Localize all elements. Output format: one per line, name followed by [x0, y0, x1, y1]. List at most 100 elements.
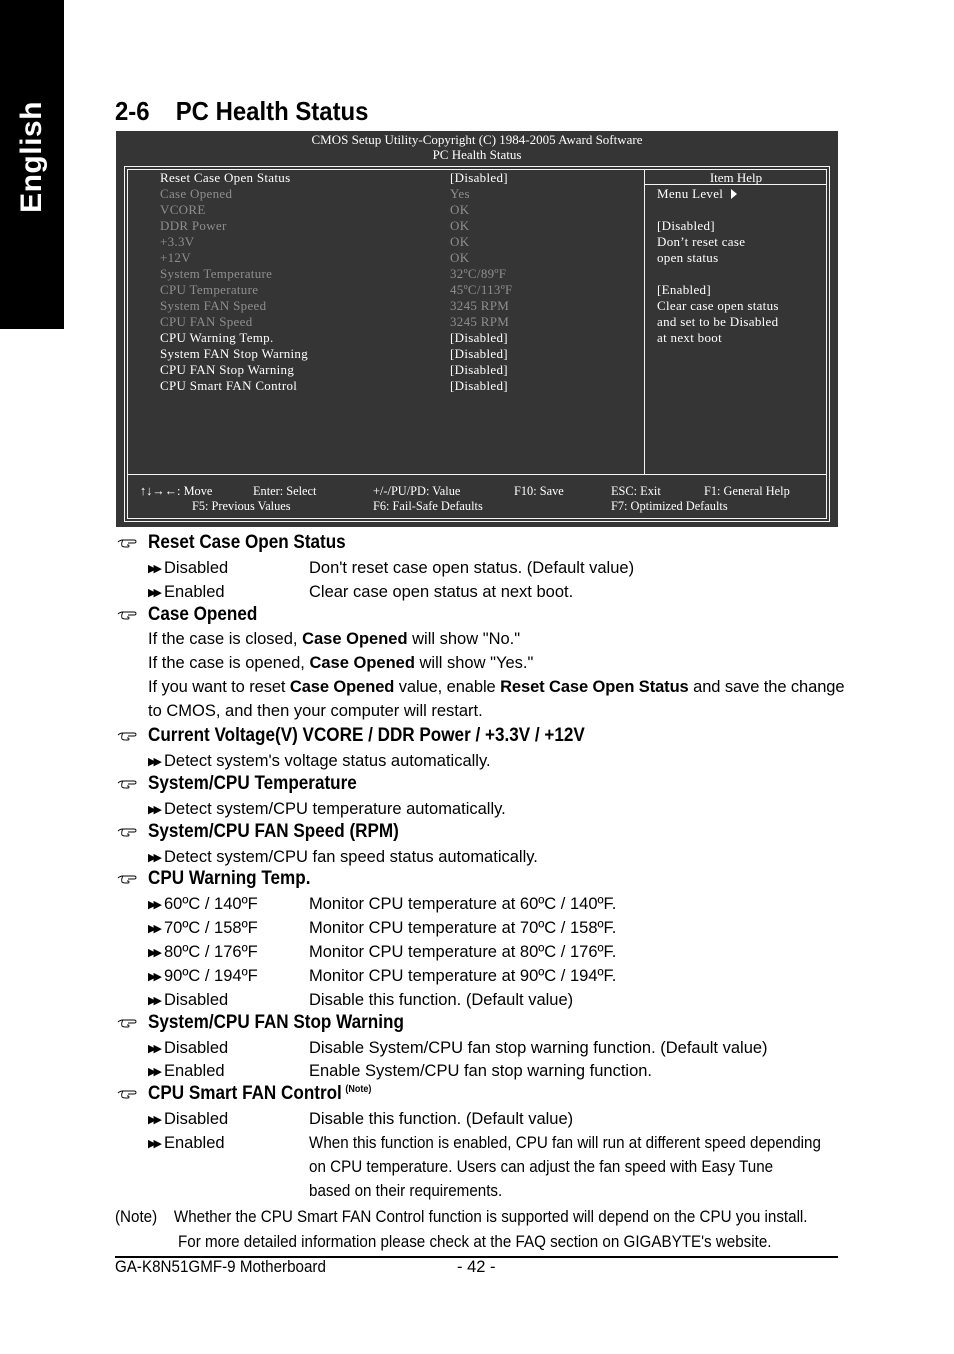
double-arrow-icon: ▶▶ [148, 995, 162, 1007]
option-desc: Don't reset case open status. (Default v… [309, 559, 635, 577]
help-line: and set to be Disabled [657, 314, 779, 329]
option-name: Disabled [164, 559, 229, 577]
section-cpu-smart-fan-control: CPU Smart FAN Control (Note) [117, 1083, 396, 1105]
section-fan-speed: System/CPU FAN Speed (RPM) [117, 821, 427, 843]
detail-row: ▶▶ Detect system/CPU temperature automati… [148, 798, 506, 820]
key-value: +/-/PU/PD: Value [373, 483, 461, 498]
section-current-voltage: Current Voltage(V) VCORE / DDR Power / +… [117, 725, 633, 747]
bios-item-ddr-power: DDR Power OK [160, 218, 470, 233]
bios-item-cpu-fan-stop-warning[interactable]: CPU FAN Stop Warning [Disabled] [160, 362, 640, 378]
option-name: Disabled [164, 991, 229, 1009]
option-desc: Monitor CPU temperature at 60ºC / 140ºF. [309, 895, 617, 913]
option-desc: When this function is enabled, CPU fan w… [309, 1134, 821, 1152]
note: (Note) Whether the CPU Smart FAN Control … [115, 1206, 808, 1228]
bios-item-value: OK [450, 218, 470, 233]
bios-item-value[interactable]: [Disabled] [450, 378, 508, 394]
pointing-hand-icon [117, 875, 137, 884]
option-row: ▶▶ 80ºC / 176ºF Monitor CPU temperature at… [148, 941, 616, 963]
pointing-hand-icon [117, 611, 137, 620]
option-name: Enabled [164, 1062, 225, 1080]
bios-item-system-fan-stop-warning[interactable]: System FAN Stop Warning [Disabled] [160, 346, 640, 362]
double-arrow-icon: ▶▶ [148, 1138, 162, 1150]
triangle-right-icon [731, 189, 738, 199]
bios-screen-title: PC Health Status [432, 147, 522, 162]
bios-item-cpu-smart-fan-control[interactable]: CPU Smart FAN Control [Disabled] [160, 378, 640, 394]
bios-item-value[interactable]: [Disabled] [450, 170, 508, 186]
item-help-panel: Menu Level​[Disabled]Don’t reset caseope… [657, 186, 779, 346]
paragraph-line: to CMOS, and then your computer will res… [148, 702, 483, 720]
option-name: 70ºC / 158ºF [164, 919, 258, 937]
option-desc: Disable System/CPU fan stop warning func… [309, 1039, 768, 1057]
section-number: 2-6 [115, 96, 150, 126]
bios-item-cpu-warning-temp[interactable]: CPU Warning Temp. [Disabled] [160, 330, 640, 346]
section-cpu-warning-temp: CPU Warning Temp. [117, 868, 329, 890]
bios-item-value: Yes [450, 186, 470, 201]
option-desc: Monitor CPU temperature at 70ºC / 158ºF. [309, 919, 617, 937]
pointing-hand-icon [117, 539, 137, 548]
bios-item-value: 3245 RPM [450, 298, 510, 313]
double-arrow-icon: ▶▶ [148, 947, 162, 959]
section-heading: Current Voltage(V) VCORE / DDR Power / +… [148, 725, 585, 746]
detail-text: Detect system/CPU temperature automatica… [164, 800, 506, 818]
help-line: [Enabled] [657, 282, 711, 297]
pointing-hand-icon [117, 1019, 137, 1028]
paragraph-line: If the case is closed, Case Opened will … [148, 630, 521, 648]
section-heading: Reset Case Open Status [148, 532, 346, 553]
detail-text: Detect system/CPU fan speed status autom… [164, 848, 538, 866]
option-name: Disabled [164, 1039, 229, 1057]
option-desc-continued: based on their requirements. [309, 1182, 503, 1200]
section-heading: CPU Warning Temp. [148, 868, 311, 889]
double-arrow-icon: ▶▶ [148, 1043, 162, 1055]
bios-item-cpu-temperature: CPU Temperature 45ºC/113ºF [160, 282, 513, 297]
page-number: - 42 - [457, 1258, 496, 1276]
section-reset-case-open-status: Reset Case Open Status [117, 532, 368, 554]
option-desc: Monitor CPU temperature at 80ºC / 176ºF. [309, 943, 617, 961]
double-arrow-icon: ▶▶ [148, 1114, 162, 1126]
key-general-help: F1: General Help [704, 483, 790, 498]
option-row: ▶▶ 70ºC / 158ºF Monitor CPU temperature at… [148, 917, 616, 939]
section-heading: System/CPU FAN Speed (RPM) [148, 821, 399, 842]
option-desc: Disable this function. (Default value) [309, 991, 574, 1009]
help-line: Clear case open status [657, 298, 779, 313]
key-exit: ESC: Exit [611, 483, 661, 498]
section-heading: Case Opened [148, 604, 258, 625]
double-arrow-icon: ▶▶ [148, 971, 162, 983]
bios-item-value: 45ºC/113ºF [450, 282, 513, 297]
pointing-hand-icon [117, 732, 137, 741]
section-fan-stop-warning: System/CPU FAN Stop Warning [117, 1012, 432, 1034]
page-title: 2-6 PC Health Status [115, 96, 368, 127]
paragraph-line: If the case is opened, Case Opened will … [148, 654, 534, 672]
option-row: ▶▶ Disabled Disable this function. (Defaul… [148, 1108, 573, 1130]
footer-model: GA-K8N51GMF-9 Motherboard [115, 1258, 326, 1276]
pointing-hand-icon [117, 828, 137, 837]
option-name: 80ºC / 176ºF [164, 943, 258, 961]
bios-item-system-fan-speed: System FAN Speed 3245 RPM [160, 298, 510, 313]
section-heading: System/CPU Temperature [148, 773, 357, 794]
bios-item-vcore: VCORE OK [160, 202, 470, 217]
bios-item-12v: +12V OK [160, 250, 470, 265]
help-line: [Disabled] [657, 218, 715, 233]
pointing-hand-icon [117, 780, 137, 789]
double-arrow-icon: ▶▶ [148, 587, 162, 599]
bios-item-value: OK [450, 250, 470, 265]
note-marker: (Note) [345, 1083, 372, 1095]
menu-level-label: Menu Level [657, 186, 724, 201]
help-line: at next boot [657, 330, 722, 345]
pointing-hand-icon [117, 1090, 137, 1099]
bios-item-value[interactable]: [Disabled] [450, 330, 508, 346]
option-row: ▶▶ 60ºC / 140ºF Monitor CPU temperature at… [148, 893, 616, 915]
detail-row: ▶▶ Detect system's voltage status automat… [148, 750, 491, 772]
double-arrow-icon: ▶▶ [148, 923, 162, 935]
key-optimized-defaults: F7: Optimized Defaults [611, 498, 728, 513]
item-help-title: Item Help [709, 170, 763, 185]
option-name: Disabled [164, 1110, 229, 1128]
bios-item-reset-case-open-status[interactable]: Reset Case Open Status [Disabled] [160, 170, 640, 186]
note-label: (Note) [115, 1208, 158, 1226]
bios-item-value: 3245 RPM [450, 314, 510, 329]
double-arrow-icon: ▶▶ [148, 756, 162, 768]
option-desc: Monitor CPU temperature at 90ºC / 194ºF. [309, 967, 617, 985]
double-arrow-icon: ▶▶ [148, 563, 162, 575]
bios-item-value[interactable]: [Disabled] [450, 346, 508, 362]
bios-item-value[interactable]: [Disabled] [450, 362, 508, 378]
bios-screen: CMOS Setup Utility-Copyright (C) 1984-20… [116, 131, 838, 527]
